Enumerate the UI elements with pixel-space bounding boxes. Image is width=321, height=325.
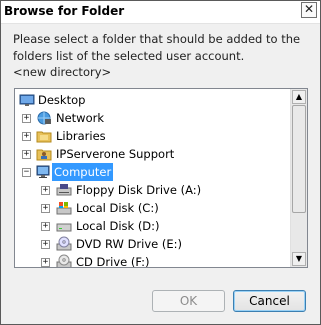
dialog-title: Browse for Folder	[4, 4, 125, 18]
browse-for-folder-dialog: Browse for Folder ✕ Please select a fold…	[0, 0, 321, 325]
title-bar: Browse for Folder ✕	[1, 1, 320, 24]
tree-item-label: CD Drive (F:)	[76, 255, 150, 268]
tree-item-label: DVD RW Drive (E:)	[76, 237, 183, 251]
tree-item-cd-drive[interactable]: + CD Drive (F:)	[15, 253, 291, 268]
tree-item-label: Libraries	[56, 129, 106, 143]
tree-item-local-disk-c[interactable]: + Local Disk (C:)	[15, 199, 291, 217]
tree-item-dvd-rw-drive[interactable]: + DVD RW Drive (E:)	[15, 235, 291, 253]
expand-toggle[interactable]: +	[22, 150, 31, 159]
tree-item-ipserverone-support[interactable]: + IPServerone Support	[15, 145, 291, 163]
scroll-down-button[interactable]: ▼	[292, 252, 306, 266]
cancel-button[interactable]: Cancel	[233, 290, 306, 312]
ok-button[interactable]: OK	[152, 290, 225, 312]
libraries-icon	[36, 131, 52, 143]
computer-icon	[36, 165, 50, 178]
user-folder-icon	[36, 149, 52, 161]
local-disk-icon	[56, 223, 72, 232]
tree-item-computer[interactable]: − Computer	[15, 163, 291, 181]
dvd-drive-icon	[56, 236, 72, 251]
folder-tree[interactable]: Desktop + Network + Libraries + IPServer…	[14, 88, 308, 268]
cd-drive-icon	[56, 254, 72, 267]
tree-item-label: Computer	[52, 163, 114, 181]
expand-toggle[interactable]: +	[41, 222, 50, 231]
expand-toggle[interactable]: +	[22, 132, 31, 141]
close-button[interactable]: ✕	[301, 2, 317, 18]
tree-item-label: Floppy Disk Drive (A:)	[76, 183, 202, 197]
tree-item-label: Local Disk (C:)	[76, 201, 159, 215]
tree-item-network[interactable]: + Network	[15, 109, 291, 127]
arrow-up-icon: ▲	[295, 92, 303, 101]
tree-item-libraries[interactable]: + Libraries	[15, 127, 291, 145]
tree-item-label: Local Disk (D:)	[76, 219, 160, 233]
tree-item-label: Network	[56, 111, 105, 125]
new-directory-label: <new directory>	[13, 65, 112, 79]
tree-item-label: Desktop	[38, 93, 86, 107]
expand-toggle[interactable]: +	[41, 258, 50, 267]
network-icon	[37, 111, 51, 125]
desktop-icon	[19, 94, 35, 106]
expand-toggle[interactable]: +	[41, 204, 50, 213]
instructions-text: Please select a folder that should be ad…	[13, 32, 301, 63]
collapse-toggle[interactable]: −	[22, 168, 31, 177]
expand-toggle[interactable]: +	[41, 186, 50, 195]
close-icon: ✕	[303, 2, 315, 16]
tree-item-local-disk-d[interactable]: + Local Disk (D:)	[15, 217, 291, 235]
floppy-drive-icon	[56, 184, 72, 196]
scrollbar-thumb[interactable]	[292, 105, 306, 213]
tree-item-desktop[interactable]: Desktop	[15, 91, 291, 109]
expand-toggle[interactable]: +	[41, 240, 50, 249]
tree-item-floppy-drive[interactable]: + Floppy Disk Drive (A:)	[15, 181, 291, 199]
expand-toggle[interactable]: +	[22, 114, 31, 123]
arrow-down-icon: ▼	[295, 254, 303, 263]
scroll-up-button[interactable]: ▲	[292, 90, 306, 104]
system-disk-icon	[56, 202, 72, 215]
vertical-scrollbar[interactable]: ▲ ▼	[290, 89, 307, 267]
tree-item-label: IPServerone Support	[56, 147, 175, 161]
